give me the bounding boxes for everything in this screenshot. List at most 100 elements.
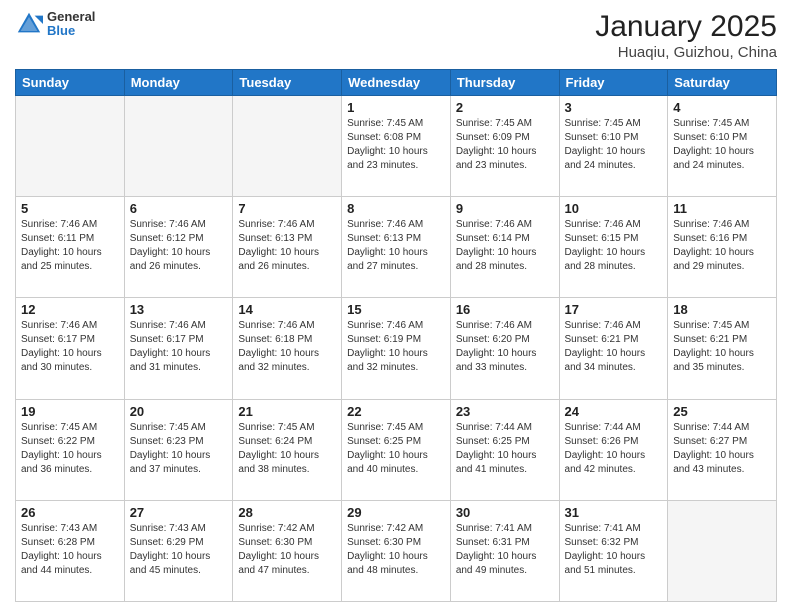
day-number: 12 [21, 302, 119, 317]
day-number: 17 [565, 302, 663, 317]
table-row: 27Sunrise: 7:43 AM Sunset: 6:29 PM Dayli… [124, 500, 233, 601]
day-number: 25 [673, 404, 771, 419]
col-friday: Friday [559, 70, 668, 96]
day-number: 8 [347, 201, 445, 216]
day-number: 13 [130, 302, 228, 317]
table-row: 23 Sunrise: 7:44 AM Sunset: 6:25 PM Dayli… [450, 399, 559, 500]
calendar-week-row: 26 Sunrise: 7:43 AM Sunset: 6:28 PM Dayli… [16, 500, 777, 601]
calendar-week-row: 12Sunrise: 7:46 AM Sunset: 6:17 PM Dayli… [16, 298, 777, 399]
day-info: Sunrise: 7:46 AM Sunset: 6:13 PM Dayligh… [238, 218, 336, 274]
title-block: January 2025 Huaqiu, Guizhou, China [595, 10, 777, 61]
day-info: Sunrise: 7:46 AM Sunset: 6:11 PM Dayligh… [21, 218, 119, 274]
table-row: 21 Sunrise: 7:45 AM Sunset: 6:24 PM Dayli… [233, 399, 342, 500]
table-row: 10 Sunrise: 7:46 AM Sunset: 6:15 PM Dayli… [559, 197, 668, 298]
day-number: 10 [565, 201, 663, 216]
page: General Blue January 2025 Huaqiu, Guizho… [0, 0, 792, 612]
table-row: 24 Sunrise: 7:44 AM Sunset: 6:26 PM Dayli… [559, 399, 668, 500]
calendar-header-row: Sunday Monday Tuesday Wednesday Thursday… [16, 70, 777, 96]
table-row: 15 Sunrise: 7:46 AM Sunset: 6:19 PM Dayli… [342, 298, 451, 399]
day-info: Sunrise: 7:41 AM Sunset: 6:32 PM Dayligh… [565, 522, 663, 578]
table-row [233, 96, 342, 197]
logo-icon [15, 10, 43, 38]
table-row: 1Sunrise: 7:45 AM Sunset: 6:08 PM Daylig… [342, 96, 451, 197]
day-info: Sunrise: 7:42 AM Sunset: 6:30 PM Dayligh… [347, 522, 445, 578]
day-info: Sunrise: 7:45 AM Sunset: 6:23 PM Dayligh… [130, 421, 228, 477]
day-info: Sunrise: 7:44 AM Sunset: 6:27 PM Dayligh… [673, 421, 771, 477]
day-info: Sunrise: 7:46 AM Sunset: 6:15 PM Dayligh… [565, 218, 663, 274]
day-info: Sunrise: 7:45 AM Sunset: 6:24 PM Dayligh… [238, 421, 336, 477]
table-row [124, 96, 233, 197]
day-number: 28 [238, 505, 336, 520]
day-info: Sunrise: 7:45 AM Sunset: 6:25 PM Dayligh… [347, 421, 445, 477]
table-row [668, 500, 777, 601]
table-row: 14Sunrise: 7:46 AM Sunset: 6:18 PM Dayli… [233, 298, 342, 399]
day-number: 22 [347, 404, 445, 419]
day-number: 4 [673, 100, 771, 115]
day-number: 16 [456, 302, 554, 317]
logo-text: General Blue [47, 10, 95, 39]
day-number: 27 [130, 505, 228, 520]
day-info: Sunrise: 7:44 AM Sunset: 6:25 PM Dayligh… [456, 421, 554, 477]
day-number: 5 [21, 201, 119, 216]
table-row: 25 Sunrise: 7:44 AM Sunset: 6:27 PM Dayli… [668, 399, 777, 500]
day-number: 24 [565, 404, 663, 419]
col-wednesday: Wednesday [342, 70, 451, 96]
day-number: 23 [456, 404, 554, 419]
day-info: Sunrise: 7:46 AM Sunset: 6:14 PM Dayligh… [456, 218, 554, 274]
day-number: 2 [456, 100, 554, 115]
day-info: Sunrise: 7:46 AM Sunset: 6:20 PM Dayligh… [456, 319, 554, 375]
calendar-week-row: 5 Sunrise: 7:46 AM Sunset: 6:11 PM Daylig… [16, 197, 777, 298]
table-row: 11 Sunrise: 7:46 AM Sunset: 6:16 PM Dayli… [668, 197, 777, 298]
day-number: 21 [238, 404, 336, 419]
day-info: Sunrise: 7:46 AM Sunset: 6:19 PM Dayligh… [347, 319, 445, 375]
logo-general-text: General [47, 10, 95, 24]
table-row: 28 Sunrise: 7:42 AM Sunset: 6:30 PM Dayli… [233, 500, 342, 601]
day-number: 15 [347, 302, 445, 317]
logo-blue-text: Blue [47, 24, 95, 38]
day-info: Sunrise: 7:43 AM Sunset: 6:28 PM Dayligh… [21, 522, 119, 578]
day-number: 30 [456, 505, 554, 520]
day-number: 18 [673, 302, 771, 317]
day-number: 26 [21, 505, 119, 520]
day-info: Sunrise: 7:45 AM Sunset: 6:10 PM Dayligh… [673, 117, 771, 173]
col-saturday: Saturday [668, 70, 777, 96]
table-row: 6Sunrise: 7:46 AM Sunset: 6:12 PM Daylig… [124, 197, 233, 298]
col-monday: Monday [124, 70, 233, 96]
day-info: Sunrise: 7:45 AM Sunset: 6:21 PM Dayligh… [673, 319, 771, 375]
day-info: Sunrise: 7:45 AM Sunset: 6:22 PM Dayligh… [21, 421, 119, 477]
table-row: 22 Sunrise: 7:45 AM Sunset: 6:25 PM Dayli… [342, 399, 451, 500]
table-row: 30Sunrise: 7:41 AM Sunset: 6:31 PM Dayli… [450, 500, 559, 601]
table-row: 19 Sunrise: 7:45 AM Sunset: 6:22 PM Dayli… [16, 399, 125, 500]
day-number: 14 [238, 302, 336, 317]
day-info: Sunrise: 7:45 AM Sunset: 6:10 PM Dayligh… [565, 117, 663, 173]
day-number: 19 [21, 404, 119, 419]
table-row: 12Sunrise: 7:46 AM Sunset: 6:17 PM Dayli… [16, 298, 125, 399]
day-number: 29 [347, 505, 445, 520]
day-number: 11 [673, 201, 771, 216]
table-row: 5 Sunrise: 7:46 AM Sunset: 6:11 PM Daylig… [16, 197, 125, 298]
day-info: Sunrise: 7:46 AM Sunset: 6:21 PM Dayligh… [565, 319, 663, 375]
table-row: 17 Sunrise: 7:46 AM Sunset: 6:21 PM Dayli… [559, 298, 668, 399]
table-row: 9Sunrise: 7:46 AM Sunset: 6:14 PM Daylig… [450, 197, 559, 298]
day-info: Sunrise: 7:46 AM Sunset: 6:12 PM Dayligh… [130, 218, 228, 274]
table-row: 2Sunrise: 7:45 AM Sunset: 6:09 PM Daylig… [450, 96, 559, 197]
calendar-week-row: 19 Sunrise: 7:45 AM Sunset: 6:22 PM Dayli… [16, 399, 777, 500]
table-row [16, 96, 125, 197]
day-number: 3 [565, 100, 663, 115]
table-row: 26 Sunrise: 7:43 AM Sunset: 6:28 PM Dayli… [16, 500, 125, 601]
calendar-table: Sunday Monday Tuesday Wednesday Thursday… [15, 69, 777, 602]
header: General Blue January 2025 Huaqiu, Guizho… [15, 10, 777, 61]
table-row: 29 Sunrise: 7:42 AM Sunset: 6:30 PM Dayli… [342, 500, 451, 601]
day-info: Sunrise: 7:42 AM Sunset: 6:30 PM Dayligh… [238, 522, 336, 578]
day-info: Sunrise: 7:46 AM Sunset: 6:13 PM Dayligh… [347, 218, 445, 274]
table-row: 8 Sunrise: 7:46 AM Sunset: 6:13 PM Daylig… [342, 197, 451, 298]
logo: General Blue [15, 10, 95, 39]
table-row: 31Sunrise: 7:41 AM Sunset: 6:32 PM Dayli… [559, 500, 668, 601]
col-thursday: Thursday [450, 70, 559, 96]
table-row: 3 Sunrise: 7:45 AM Sunset: 6:10 PM Daylig… [559, 96, 668, 197]
day-info: Sunrise: 7:46 AM Sunset: 6:16 PM Dayligh… [673, 218, 771, 274]
day-info: Sunrise: 7:44 AM Sunset: 6:26 PM Dayligh… [565, 421, 663, 477]
col-tuesday: Tuesday [233, 70, 342, 96]
table-row: 4 Sunrise: 7:45 AM Sunset: 6:10 PM Daylig… [668, 96, 777, 197]
table-row: 13Sunrise: 7:46 AM Sunset: 6:17 PM Dayli… [124, 298, 233, 399]
